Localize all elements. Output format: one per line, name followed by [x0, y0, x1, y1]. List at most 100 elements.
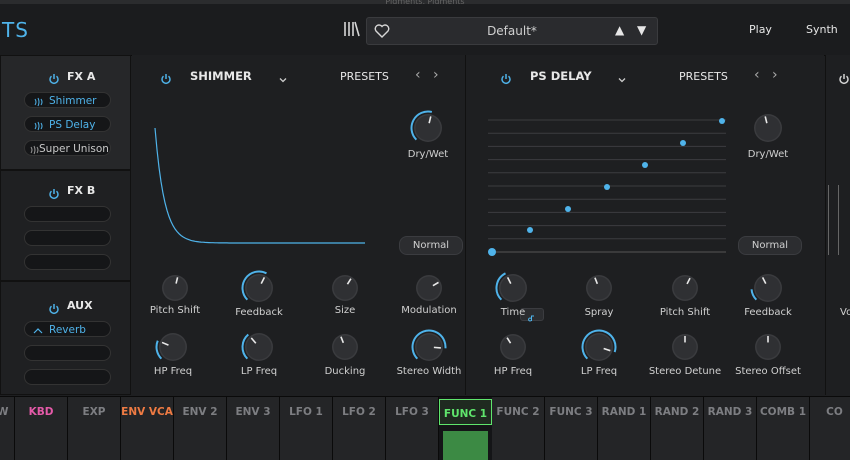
ps-delay-dry-wet-knob[interactable]	[750, 110, 786, 150]
shimmer-modulation-knob[interactable]	[412, 271, 446, 309]
ps-delay-lp-freq-label: LP Freq	[580, 366, 618, 377]
shimmer-feedback-knob[interactable]	[241, 270, 277, 310]
fx-b-slot-3[interactable]	[24, 254, 111, 270]
ps-delay-lp-freq-knob[interactable]	[581, 329, 617, 369]
mod-tab-lfo-2[interactable]: LFO 2	[333, 397, 386, 460]
ps-delay-spray-knob[interactable]	[582, 271, 616, 309]
fx-a-slot-2[interactable]: PS Delay	[24, 116, 111, 132]
shimmer-ducking-label: Ducking	[324, 366, 366, 377]
fx-b-title: FX B	[67, 184, 96, 197]
shimmer-size-knob[interactable]	[328, 271, 362, 309]
fx-slot-label: Super Unison	[39, 143, 109, 155]
mod-tab-comb-1[interactable]: COMB 1	[757, 397, 810, 460]
synth-tab-button[interactable]: Synth	[806, 23, 838, 36]
preset-name: Default*	[487, 24, 537, 38]
mod-tab-func-3[interactable]: FUNC 3	[545, 397, 598, 460]
mod-tab-lfo-3[interactable]: LFO 3	[386, 397, 439, 460]
mod-tab-rand-1[interactable]: RAND 1	[598, 397, 651, 460]
fx-b-slot-2[interactable]	[24, 230, 111, 246]
fx-slot-label: Reverb	[49, 324, 86, 336]
fx-b-power-icon[interactable]	[48, 185, 60, 200]
next-fx-partial-label: Vo	[840, 307, 850, 318]
delay-tap-dot[interactable]	[719, 118, 725, 124]
mod-tab-co[interactable]: CO	[810, 397, 850, 460]
shimmer-modulation-label: Modulation	[401, 305, 457, 316]
ps-delay-hp-freq-knob[interactable]	[496, 330, 530, 368]
library-icon[interactable]	[342, 20, 360, 38]
ps-delay-stereo-offset-knob[interactable]	[751, 330, 785, 368]
ps-delay-preset-next[interactable]: ›	[772, 67, 778, 83]
ps-delay-power-icon[interactable]	[500, 70, 512, 85]
mod-tab-exp[interactable]: EXP	[68, 397, 121, 460]
delay-tap-dot[interactable]	[488, 248, 496, 256]
shimmer-preset-prev[interactable]: ‹	[415, 67, 421, 83]
shimmer-hp-freq-label: HP Freq	[153, 366, 193, 377]
shimmer-pitch-shift-knob[interactable]	[158, 271, 192, 309]
shimmer-power-icon[interactable]	[160, 70, 172, 85]
shimmer-stereo-width-knob[interactable]	[411, 329, 447, 369]
ps-delay-time-knob[interactable]	[495, 270, 531, 310]
fx-wave-icon	[29, 144, 39, 155]
shimmer-preset-next[interactable]: ›	[433, 67, 439, 83]
preset-next-button[interactable]: ▼	[637, 23, 646, 37]
preset-prev-button[interactable]: ▲	[615, 23, 624, 37]
shimmer-lp-freq-knob[interactable]	[241, 329, 277, 369]
delay-tap-dot[interactable]	[565, 206, 571, 212]
shimmer-presets-label[interactable]: PRESETS	[340, 70, 389, 83]
fx-a-title: FX A	[67, 70, 96, 83]
fx-slot-label: PS Delay	[49, 119, 96, 131]
shimmer-mode-button[interactable]: Normal	[399, 236, 463, 255]
shimmer-hp-freq-knob[interactable]	[155, 329, 191, 369]
ps-delay-feedback-knob[interactable]	[750, 270, 786, 310]
delay-tap-dot[interactable]	[527, 227, 533, 233]
fx-wave-icon	[33, 96, 43, 107]
delay-tap-dot[interactable]	[680, 140, 686, 146]
ps-delay-feedback-label: Feedback	[744, 307, 792, 318]
mod-tab-kbd[interactable]: KBD	[15, 397, 68, 460]
ps-delay-taps-display	[488, 118, 726, 256]
delay-tap-dot[interactable]	[642, 162, 648, 168]
ps-delay-chevron-down-icon[interactable]	[617, 70, 627, 83]
mod-tab-rand-2[interactable]: RAND 2	[651, 397, 704, 460]
aux-title: AUX	[67, 299, 93, 312]
mod-tab-func-2[interactable]: FUNC 2	[492, 397, 545, 460]
aux-power-icon[interactable]	[48, 300, 60, 315]
reverb-icon	[33, 325, 43, 335]
func-1-preview	[443, 431, 488, 460]
aux-slot-1[interactable]: Reverb	[24, 321, 111, 337]
aux-slot-2[interactable]	[24, 345, 111, 361]
fx-b-slot-1[interactable]	[24, 206, 111, 222]
mod-tab-lfo-1[interactable]: LFO 1	[280, 397, 333, 460]
mod-tab-env-vca[interactable]: ENV VCA	[121, 397, 174, 460]
ps-delay-hp-freq-label: HP Freq	[493, 366, 533, 377]
delay-tap-dot[interactable]	[604, 184, 610, 190]
mod-tab-mw[interactable]: MW	[0, 397, 15, 460]
mod-tab-env-3[interactable]: ENV 3	[227, 397, 280, 460]
next-fx-power-icon[interactable]	[838, 70, 850, 85]
mod-tab-func-1[interactable]: FUNC 1	[439, 399, 492, 425]
fx-a-slot-3[interactable]: Super Unison	[24, 140, 111, 156]
shimmer-dry-wet-knob[interactable]	[410, 110, 446, 150]
ps-delay-title: PS DELAY	[530, 69, 592, 83]
ps-delay-pitch-shift-knob[interactable]	[668, 271, 702, 309]
next-fx-meter	[838, 185, 839, 255]
shimmer-ducking-knob[interactable]	[328, 330, 362, 368]
shimmer-dry-wet-label: Dry/Wet	[407, 149, 449, 160]
fx-a-power-icon[interactable]	[48, 70, 60, 85]
ps-delay-mode-button[interactable]: Normal	[738, 236, 802, 255]
mod-tab-rand-3[interactable]: RAND 3	[704, 397, 757, 460]
ps-delay-presets-label[interactable]: PRESETS	[679, 70, 728, 83]
shimmer-lp-freq-label: LP Freq	[240, 366, 278, 377]
ps-delay-spray-label: Spray	[584, 307, 614, 318]
shimmer-size-label: Size	[334, 305, 356, 316]
fx-a-slot-1[interactable]: Shimmer	[24, 92, 111, 108]
play-tab-button[interactable]: Play	[749, 23, 772, 36]
ps-delay-preset-prev[interactable]: ‹	[754, 67, 760, 83]
shimmer-pitch-shift-label: Pitch Shift	[149, 305, 201, 316]
preset-selector[interactable]: Default* ▲ ▼	[366, 17, 658, 45]
shimmer-chevron-down-icon[interactable]	[278, 70, 288, 83]
aux-slot-3[interactable]	[24, 369, 111, 385]
ps-delay-stereo-detune-knob[interactable]	[668, 330, 702, 368]
mod-tab-env-2[interactable]: ENV 2	[174, 397, 227, 460]
fx-slot-label: Shimmer	[49, 95, 97, 107]
